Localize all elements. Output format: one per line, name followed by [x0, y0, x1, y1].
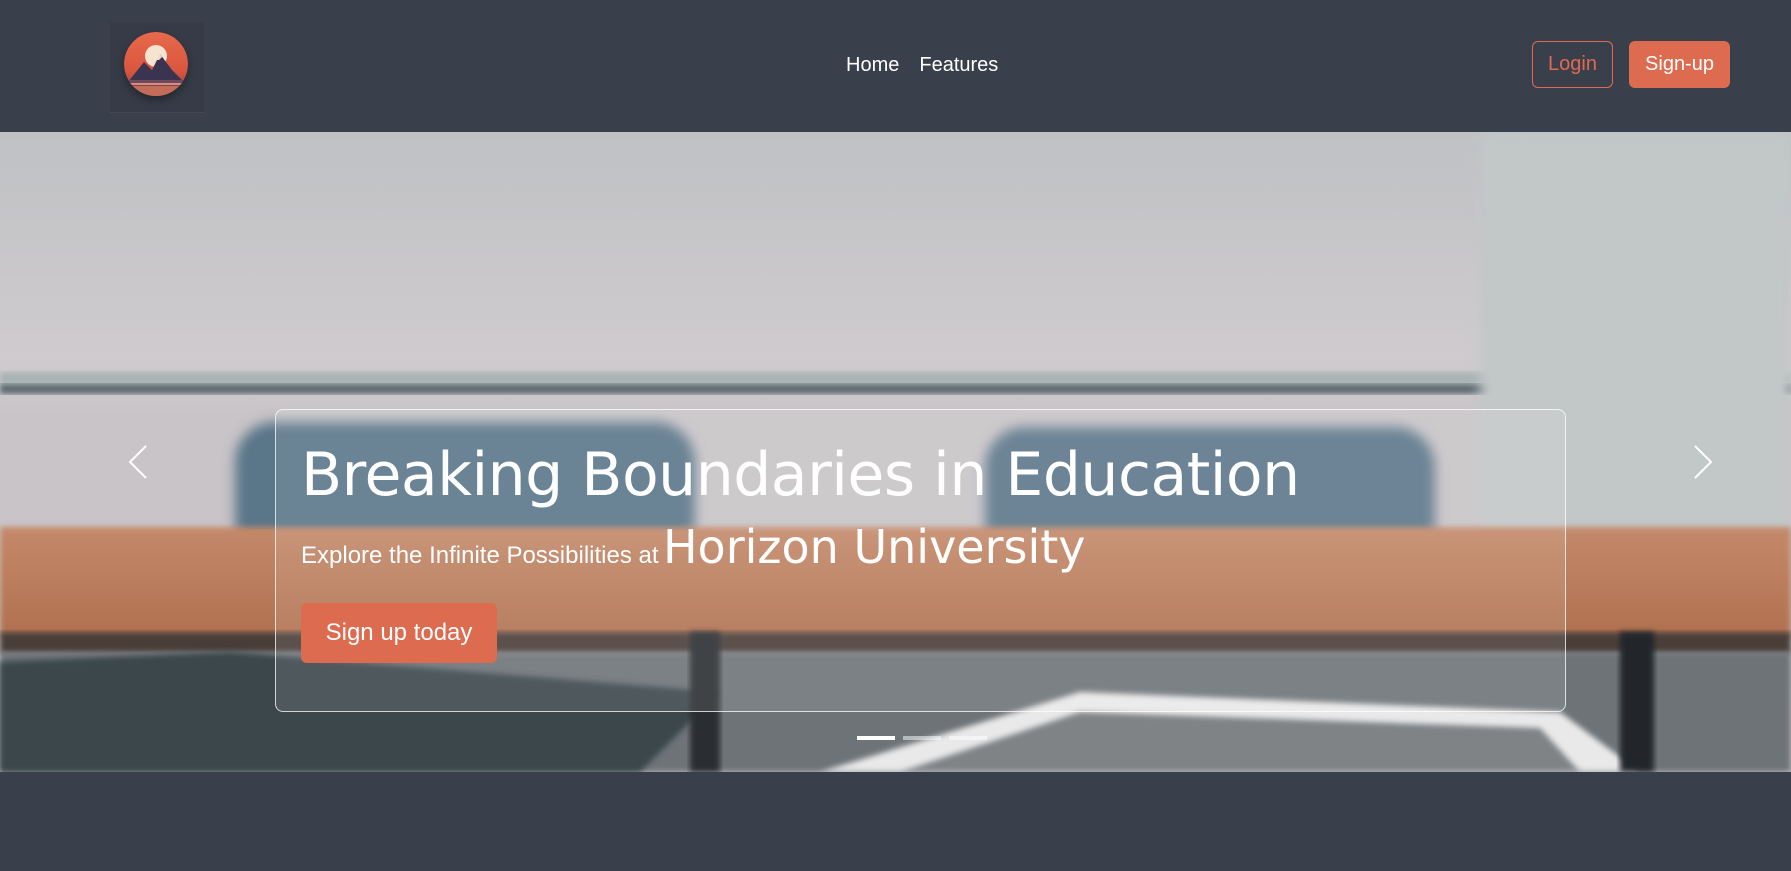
chevron-right-icon: [1694, 445, 1713, 479]
hero-carousel: Breaking Boundaries in Education Explore…: [0, 132, 1791, 772]
mountain-logo-icon: [124, 32, 188, 96]
hero-title: Breaking Boundaries in Education: [301, 440, 1300, 510]
hero-subtitle-highlight: Horizon University: [662, 520, 1086, 574]
main-nav: Home Features: [846, 54, 998, 77]
chevron-left-icon: [128, 445, 147, 479]
nav-link-features[interactable]: Features: [919, 54, 998, 77]
hero-caption: Breaking Boundaries in Education Explore…: [275, 409, 1566, 712]
login-button[interactable]: Login: [1532, 41, 1613, 88]
carousel-indicators: [857, 736, 987, 740]
carousel-indicator-1[interactable]: [857, 736, 895, 740]
signup-button[interactable]: Sign-up: [1629, 41, 1730, 88]
cta-signup-button[interactable]: Sign up today: [301, 603, 497, 663]
carousel-prev-button[interactable]: [118, 432, 158, 492]
hero-subtitle-prefix: Explore the Infinite Possibilities at: [301, 542, 659, 569]
carousel-indicator-2[interactable]: [903, 736, 941, 740]
page: Home Features Login Sign-up Breaking Bou…: [0, 0, 1791, 871]
hero-subtitle: Explore the Infinite Possibilities at Ho…: [301, 520, 1086, 574]
carousel-next-button[interactable]: [1683, 432, 1723, 492]
nav-link-home[interactable]: Home: [846, 54, 899, 77]
navbar: Home Features Login Sign-up: [0, 0, 1791, 132]
carousel-indicator-3[interactable]: [949, 736, 987, 740]
logo-link[interactable]: [110, 22, 204, 112]
